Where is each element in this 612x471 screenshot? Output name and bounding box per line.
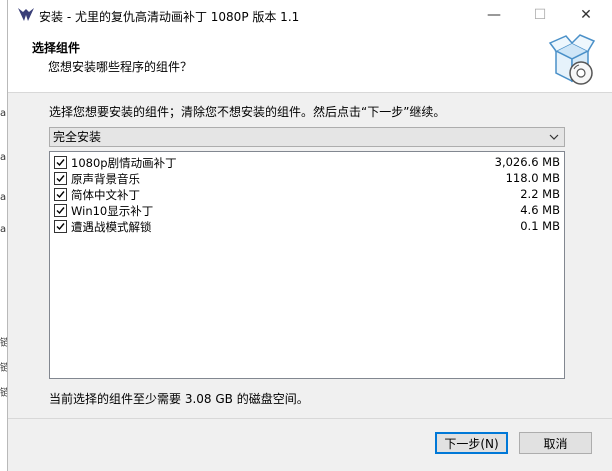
background-text: a xyxy=(0,108,7,119)
component-size: 2.2 MB xyxy=(520,187,560,201)
background-window-strip: a a a a 链 链 链 xyxy=(0,0,10,471)
component-checkbox[interactable] xyxy=(54,188,67,201)
close-button[interactable]: ✕ xyxy=(563,0,609,30)
close-icon: ✕ xyxy=(580,7,592,23)
setup-type-dropdown[interactable]: 完全安装 xyxy=(49,127,565,147)
component-row[interactable]: 简体中文补丁 2.2 MB xyxy=(52,186,562,203)
component-checkbox[interactable] xyxy=(54,156,67,169)
page-title: 选择组件 xyxy=(32,41,81,55)
component-size: 3,026.6 MB xyxy=(494,155,560,169)
component-size: 0.1 MB xyxy=(520,219,560,233)
background-text: a xyxy=(0,224,7,235)
background-text: a xyxy=(0,192,7,203)
install-box-icon xyxy=(548,33,598,89)
component-checkbox[interactable] xyxy=(54,204,67,217)
minimize-icon: — xyxy=(487,7,501,23)
component-checkbox[interactable] xyxy=(54,220,67,233)
disk-space-requirement: 当前选择的组件至少需要 3.08 GB 的磁盘空间。 xyxy=(49,392,309,406)
setup-type-value: 完全安装 xyxy=(53,130,102,144)
maximize-button[interactable]: ☐ xyxy=(517,0,563,30)
component-size: 4.6 MB xyxy=(520,203,560,217)
background-text: a xyxy=(0,152,7,163)
component-name: Win10显示补丁 xyxy=(71,204,154,218)
installer-window: 安装 - 尤里的复仇高清动画补丁 1080P 版本 1.1 — ☐ ✕ 选择组件… xyxy=(7,0,612,471)
page-subtitle: 您想安装哪些程序的组件？ xyxy=(48,60,193,74)
footer-divider xyxy=(8,418,612,419)
window-title: 安装 - 尤里的复仇高清动画补丁 1080P 版本 1.1 xyxy=(39,10,300,24)
component-size: 118.0 MB xyxy=(505,171,560,185)
component-name: 1080p剧情动画补丁 xyxy=(71,156,177,170)
instruction-text: 选择您想要安装的组件；清除您不想安装的组件。然后点击“下一步”继续。 xyxy=(49,105,446,119)
next-button[interactable]: 下一步(N) xyxy=(435,432,508,454)
cancel-button[interactable]: 取消 xyxy=(519,432,592,454)
chevron-down-icon xyxy=(549,128,559,152)
component-name: 简体中文补丁 xyxy=(71,188,140,202)
component-list[interactable]: 1080p剧情动画补丁 3,026.6 MB 原声背景音乐 118.0 MB 简… xyxy=(49,151,565,379)
component-row[interactable]: Win10显示补丁 4.6 MB xyxy=(52,202,562,219)
component-checkbox[interactable] xyxy=(54,172,67,185)
title-bar[interactable]: 安装 - 尤里的复仇高清动画补丁 1080P 版本 1.1 — ☐ ✕ xyxy=(8,0,612,30)
minimize-button[interactable]: — xyxy=(471,0,517,30)
component-name: 遭遇战模式解锁 xyxy=(71,220,152,234)
app-logo-icon xyxy=(17,7,35,23)
maximize-icon: ☐ xyxy=(533,7,547,23)
component-row[interactable]: 遭遇战模式解锁 0.1 MB xyxy=(52,218,562,235)
component-name: 原声背景音乐 xyxy=(71,172,140,186)
component-row[interactable]: 原声背景音乐 118.0 MB xyxy=(52,170,562,187)
component-row[interactable]: 1080p剧情动画补丁 3,026.6 MB xyxy=(52,154,562,171)
wizard-header: 选择组件 您想安装哪些程序的组件？ xyxy=(8,30,612,93)
